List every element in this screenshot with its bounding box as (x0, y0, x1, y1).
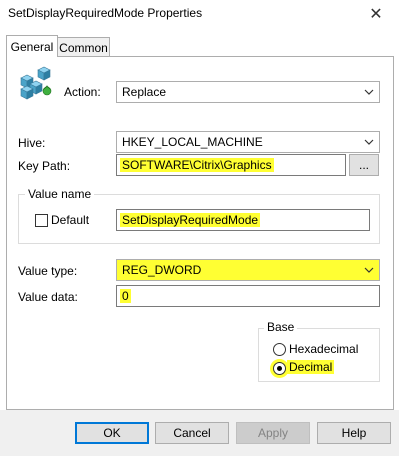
value-type-value: REG_DWORD (122, 263, 202, 277)
value-name-group-title: Value name (25, 187, 95, 201)
default-checkbox-label: Default (51, 213, 90, 227)
browse-button-label: ... (358, 158, 369, 172)
tab-general-label: General (10, 39, 54, 54)
tab-general[interactable]: General (6, 35, 58, 57)
apply-button-label: Apply (257, 426, 289, 440)
key-path-value: SOFTWARE\Citrix\Graphics (120, 158, 274, 172)
value-data-label: Value data: (18, 290, 78, 304)
value-data-input[interactable]: 0 (116, 285, 380, 307)
action-label: Action: (64, 85, 101, 99)
hive-label: Hive: (18, 136, 46, 150)
browse-button[interactable]: ... (349, 154, 379, 176)
ok-button[interactable]: OK (75, 422, 149, 444)
ok-button-label: OK (103, 426, 121, 440)
tab-common[interactable]: Common (58, 37, 110, 57)
key-path-label: Key Path: (18, 159, 71, 173)
value-type-select[interactable]: REG_DWORD (116, 259, 380, 281)
key-path-input[interactable]: SOFTWARE\Citrix\Graphics (116, 154, 346, 176)
tab-common-label: Common (59, 40, 108, 55)
value-data-value: 0 (120, 289, 131, 303)
close-button[interactable]: ✕ (353, 0, 399, 28)
chevron-down-icon (364, 139, 374, 145)
window-title: SetDisplayRequiredMode Properties (8, 6, 203, 20)
decimal-radio[interactable] (273, 362, 286, 375)
cancel-button[interactable]: Cancel (155, 422, 229, 444)
help-button-label: Help (341, 426, 367, 440)
chevron-down-icon (364, 89, 374, 95)
default-checkbox[interactable] (35, 214, 48, 227)
close-icon: ✕ (369, 6, 383, 23)
hive-select[interactable]: HKEY_LOCAL_MACHINE (116, 131, 380, 153)
cancel-button-label: Cancel (173, 426, 211, 440)
title-bar: SetDisplayRequiredMode Properties ✕ (0, 0, 399, 28)
decimal-radio-label: Decimal (287, 360, 335, 374)
chevron-down-icon (364, 267, 374, 273)
hexadecimal-radio[interactable] (273, 343, 286, 356)
help-button[interactable]: Help (317, 422, 391, 444)
hexadecimal-radio-label: Hexadecimal (289, 342, 359, 356)
registry-cubes-icon (20, 66, 52, 100)
value-name-value: SetDisplayRequiredMode (120, 213, 261, 227)
apply-button[interactable]: Apply (236, 422, 310, 444)
hive-value: HKEY_LOCAL_MACHINE (122, 135, 263, 149)
value-type-label: Value type: (18, 264, 78, 278)
value-name-input[interactable]: SetDisplayRequiredMode (116, 209, 370, 231)
base-group-title: Base (264, 320, 298, 334)
action-value: Replace (122, 85, 167, 99)
action-select[interactable]: Replace (116, 81, 380, 103)
